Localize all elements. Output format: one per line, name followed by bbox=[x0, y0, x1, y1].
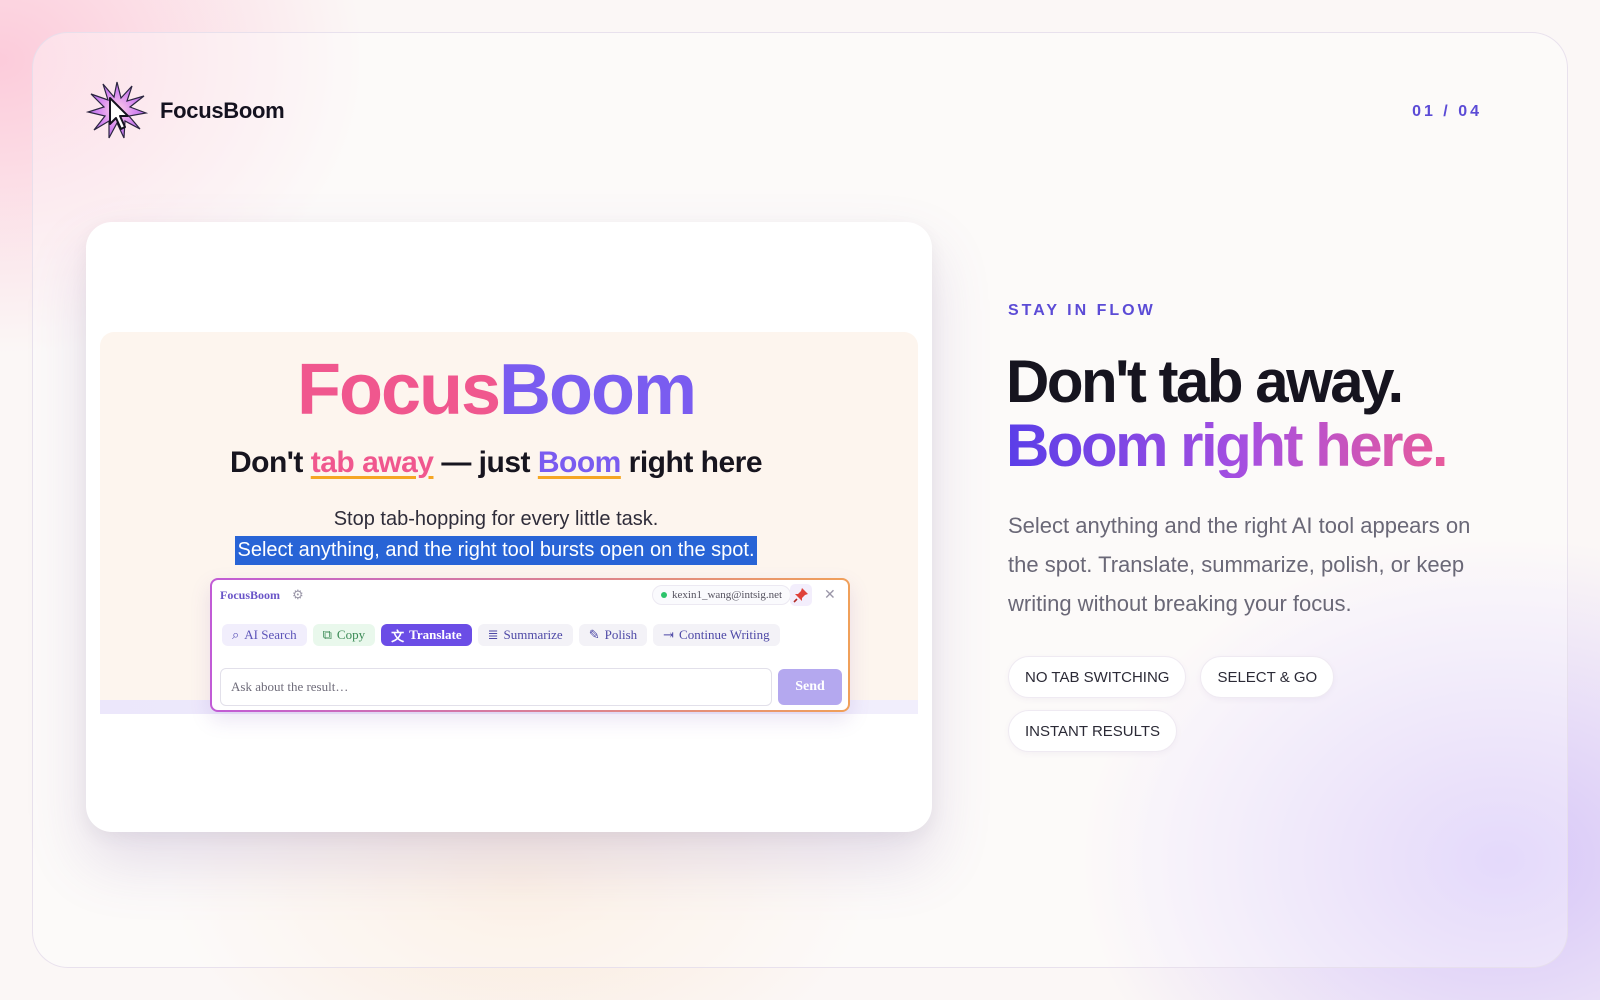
chip-instant-results: INSTANT RESULTS bbox=[1008, 710, 1178, 752]
popup-title: FocusBoom bbox=[220, 588, 280, 602]
pen-icon: ✎ bbox=[588, 627, 600, 642]
tool-label: Summarize bbox=[503, 627, 563, 642]
chip-select-and-go: SELECT & GO bbox=[1200, 656, 1335, 698]
ask-input[interactable]: Ask about the result… bbox=[220, 668, 772, 706]
brand-name: FocusBoom bbox=[160, 98, 285, 123]
tagline-pre: Don't bbox=[229, 446, 311, 479]
translate-icon: 文 bbox=[391, 628, 405, 644]
product-preview: FocusBoom Don't tab away — just Boom rig… bbox=[86, 222, 932, 832]
starburst-cursor-icon bbox=[86, 81, 148, 139]
brand[interactable]: FocusBoom bbox=[86, 80, 285, 142]
tool-ai-search[interactable]: ⌕ AI Search bbox=[222, 624, 307, 646]
tool-continue-writing[interactable]: ⇥ Continue Writing bbox=[653, 624, 780, 646]
tool-label: Polish bbox=[604, 627, 638, 642]
focusboom-popup: FocusBoom ⚙ kexin1_wang@intsig.net ✕ ⌕ A… bbox=[210, 578, 850, 712]
tagline-mid: — just bbox=[433, 446, 538, 479]
user-email: kexin1_wang@intsig.net bbox=[672, 589, 783, 601]
tool-label: AI Search bbox=[244, 627, 297, 642]
feature-chips: NO TAB SWITCHING SELECT & GO INSTANT RES… bbox=[1008, 656, 1468, 752]
send-button[interactable]: Send bbox=[778, 669, 842, 705]
tool-label: Translate bbox=[409, 627, 462, 642]
preview-tagline: Don't tab away — just Boom right here bbox=[86, 446, 906, 480]
hero-title-part1: Focus bbox=[296, 350, 501, 430]
pin-button[interactable] bbox=[790, 584, 812, 606]
online-status-icon bbox=[661, 592, 667, 598]
pin-icon bbox=[793, 588, 808, 603]
tagline-post: right here bbox=[620, 446, 763, 479]
chip-no-tab-switching: NO TAB SWITCHING bbox=[1008, 656, 1187, 698]
hero-title-part2: Boom bbox=[499, 350, 697, 430]
close-icon[interactable]: ✕ bbox=[824, 586, 836, 603]
tool-summarize[interactable]: ≣ Summarize bbox=[477, 624, 573, 646]
user-badge[interactable]: kexin1_wang@intsig.net bbox=[652, 585, 792, 605]
copy-icon: ⧉ bbox=[322, 627, 332, 642]
headline-line-2: Boom right here. bbox=[1006, 412, 1449, 479]
continue-icon: ⇥ bbox=[663, 627, 675, 642]
tool-label: Copy bbox=[336, 627, 366, 642]
tool-bar: ⌕ AI Search ⧉ Copy 文 Translate ≣ Summari… bbox=[222, 624, 780, 646]
tool-translate[interactable]: 文 Translate bbox=[381, 624, 472, 646]
preview-hero-title: FocusBoom bbox=[86, 354, 906, 426]
summarize-icon: ≣ bbox=[487, 627, 499, 642]
gear-icon[interactable]: ⚙ bbox=[292, 587, 304, 603]
tagline-highlight-1: tab away bbox=[310, 446, 434, 479]
tagline-highlight-2: Boom bbox=[537, 446, 622, 479]
search-icon: ⌕ bbox=[232, 627, 240, 642]
selected-text[interactable]: Select anything, and the right tool burs… bbox=[235, 536, 757, 565]
preview-subtitle: Stop tab-hopping for every little task. bbox=[333, 508, 659, 530]
selection-wrap: Select anything, and the right tool burs… bbox=[86, 536, 906, 565]
tool-polish[interactable]: ✎ Polish bbox=[578, 624, 648, 646]
headline: Don't tab away. Boom right here. bbox=[1006, 348, 1449, 479]
headline-line-1: Don't tab away. bbox=[1006, 348, 1404, 415]
description: Select anything and the right AI tool ap… bbox=[1008, 513, 1471, 616]
eyebrow-label: STAY IN FLOW bbox=[1008, 302, 1156, 319]
tool-copy[interactable]: ⧉ Copy bbox=[312, 624, 376, 646]
slide-pager: 01 / 04 bbox=[1412, 103, 1482, 120]
tool-label: Continue Writing bbox=[679, 627, 770, 642]
